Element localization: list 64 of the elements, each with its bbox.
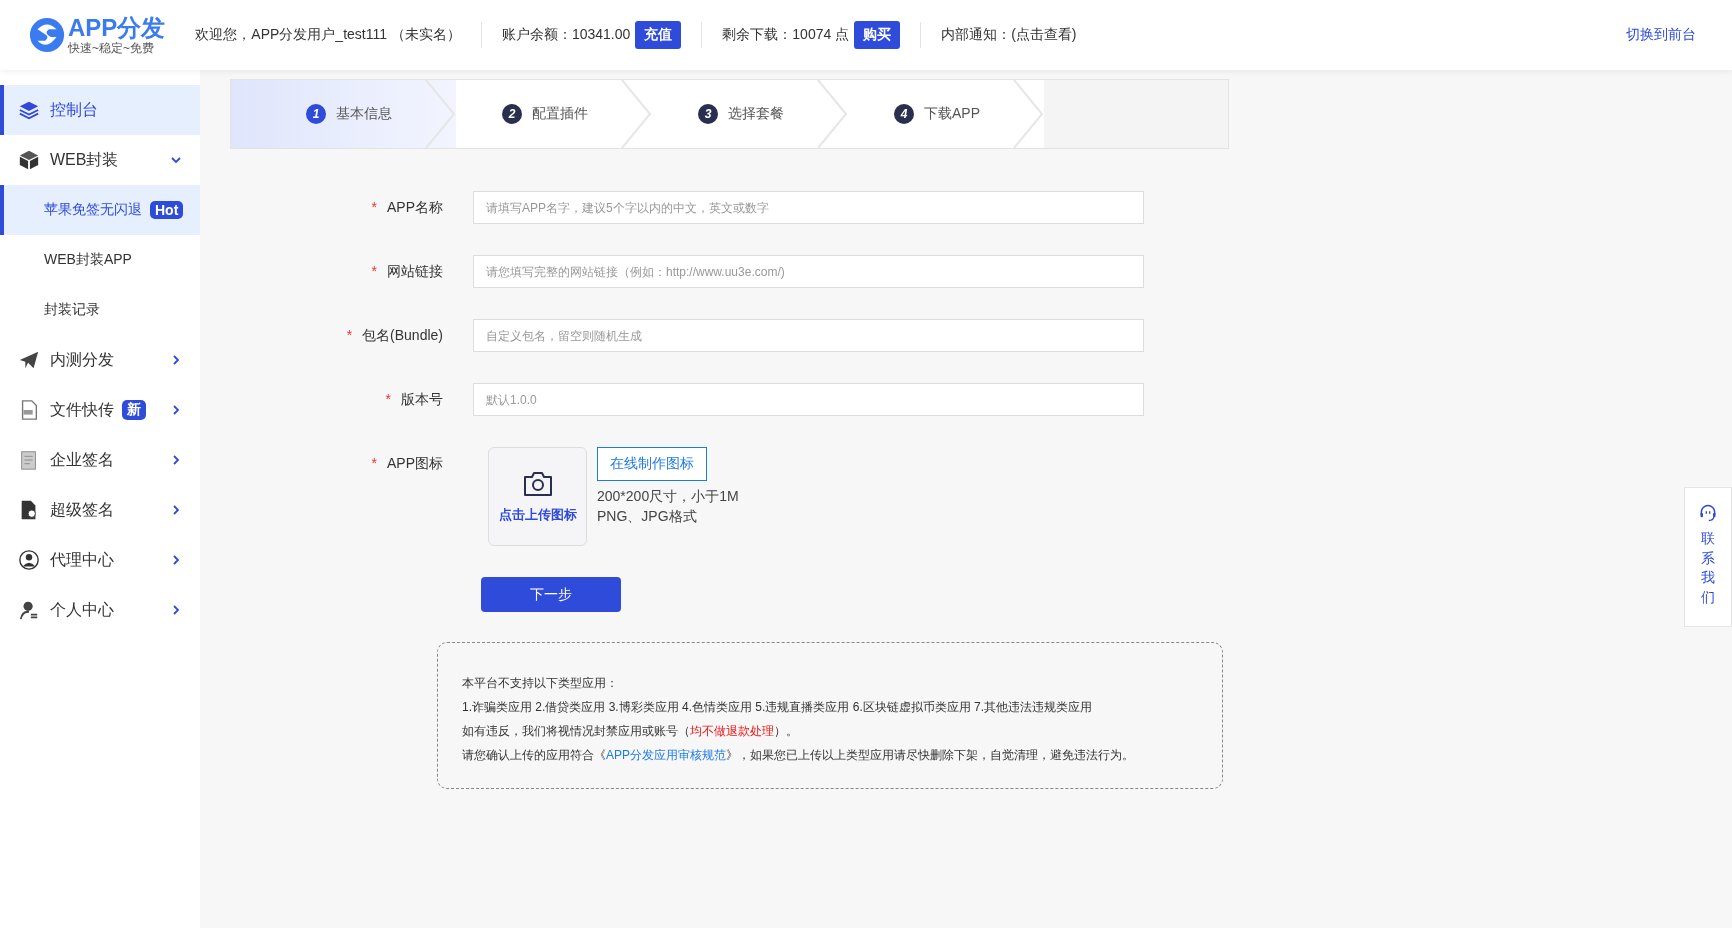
notice-text: 本平台不支持以下类型应用： (462, 675, 619, 692)
field-label: 版本号 (401, 390, 443, 409)
step-number: 1 (306, 104, 326, 124)
sidebar-item[interactable]: 代理中心 (0, 535, 200, 585)
step-number: 4 (894, 104, 914, 124)
sidebar-item[interactable]: 企业签名 (0, 435, 200, 485)
notice-text: 1.诈骗类应用 2.借贷类应用 3.博彩类应用 4.色情类应用 5.违规直播类应用 6.区块链虚拟币类应用 7.其他违法违规类应用 (462, 699, 1094, 716)
balance-text: 账户余额：10341.00 (501, 26, 631, 44)
field-label: APP图标 (387, 454, 443, 473)
text-field[interactable]: 请填写APP名字，建议5个字以内的中文，英文或数字 (473, 191, 1144, 224)
make-icon-button[interactable]: 在线制作图标 (597, 447, 707, 481)
text-field[interactable]: 默认1.0.0 (473, 383, 1144, 416)
buy-button[interactable]: 购买 (854, 21, 901, 49)
hint-text: 200*200尺寸，小于1M (597, 487, 739, 506)
recharge-button[interactable]: 充值 (635, 21, 682, 49)
text-field[interactable]: 请您填写完整的网站链接（例如：http://www.uu3e.com/) (473, 255, 1144, 288)
step-tab[interactable]: 2 配置插件 (456, 80, 652, 148)
guideline-link[interactable]: APP分发应用审核规范 (606, 748, 726, 762)
required-mark: * (371, 198, 377, 217)
sidebar-subitem[interactable]: 苹果免签无闪退 Hot (0, 185, 200, 235)
contact-us-button[interactable]: 联系我们 (1684, 487, 1732, 627)
next-step-button[interactable]: 下一步 (481, 577, 621, 612)
step-number: 3 (698, 104, 718, 124)
notice-link[interactable]: 内部通知：(点击查看) (941, 26, 1077, 44)
camera-icon (521, 469, 554, 498)
step-tab[interactable]: 1 基本信息 (231, 80, 456, 148)
hot-badge: Hot (150, 201, 184, 219)
hint-text: PNG、JPG格式 (597, 507, 697, 526)
step-tab[interactable]: 4 下载APP (848, 80, 1044, 148)
required-mark: * (371, 262, 377, 281)
logo-icon (28, 16, 66, 54)
step-tab[interactable]: 3 选择套餐 (652, 80, 848, 148)
step-number: 2 (502, 104, 522, 124)
sidebar-item[interactable]: 个人中心 (0, 585, 200, 635)
downloads-text: 剩余下载：10074 点 (722, 26, 850, 44)
upload-box[interactable]: 点击上传图标 (488, 447, 587, 546)
sidebar-item[interactable]: 文件快传 新 (0, 385, 200, 435)
text-field[interactable]: 自定义包名，留空则随机生成 (473, 319, 1144, 352)
field-label: 网站链接 (387, 262, 443, 281)
sidebar-item[interactable]: 控制台 (0, 85, 200, 135)
paper-plane-icon (18, 349, 40, 371)
logo-title: APP分发 (68, 15, 166, 41)
sidebar-subitem[interactable]: 封装记录 (0, 285, 200, 335)
required-mark: * (346, 326, 353, 345)
required-mark: * (371, 454, 377, 473)
field-label: 包名(Bundle) (362, 326, 443, 345)
field-label: APP名称 (387, 198, 443, 217)
headset-icon (1698, 503, 1718, 523)
sidebar-item[interactable]: 内测分发 (0, 335, 200, 385)
layers-icon (18, 99, 40, 121)
user-circle-icon (18, 549, 40, 571)
sidebar-item[interactable]: WEB封装 (0, 135, 200, 185)
notice-text: 如有违反，我们将视情况封禁应用或账号（均不做退款处理）。 (462, 723, 799, 740)
person-icon (18, 599, 40, 621)
logo-slogan: 快速~稳定~免费 (68, 41, 155, 55)
notice-text: 请您确认上传的应用符合《APP分发应用审核规范》，如果您已上传以上类型应用请尽快删除下架，自觉清理，避免违法行为。 (462, 747, 1135, 764)
sidebar-item[interactable]: 超级签名 (0, 485, 200, 535)
required-mark: * (385, 390, 391, 409)
welcome-text: 欢迎您，APP分发用户_test111 （未实名） (195, 26, 461, 44)
sidebar-subitem[interactable]: WEB封装APP (0, 235, 200, 285)
upload-label: 点击上传图标 (498, 505, 577, 524)
switch-frontend-link[interactable]: 切换到前台 (1626, 26, 1696, 44)
box-icon (18, 149, 40, 171)
new-badge: 新 (122, 400, 146, 420)
